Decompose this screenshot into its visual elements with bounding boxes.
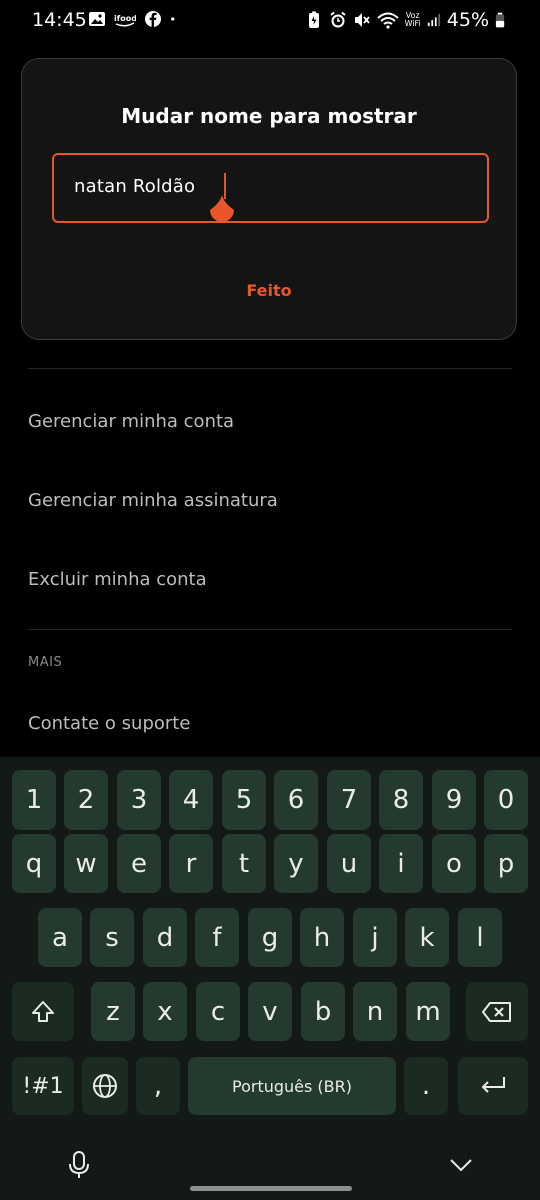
key-y[interactable]: y [274, 834, 318, 893]
key-t[interactable]: t [222, 834, 266, 893]
status-time: 14:45 [32, 9, 87, 31]
rename-dialog: Mudar nome para mostrar natan Roldão Fei… [21, 58, 517, 340]
battery-percent: 45% [446, 9, 489, 31]
comma-key[interactable]: , [136, 1057, 180, 1115]
manage-account-item[interactable]: Gerenciar minha conta [28, 411, 234, 432]
key-v[interactable]: v [248, 982, 292, 1041]
key-p[interactable]: p [484, 834, 528, 893]
key-m[interactable]: m [406, 982, 450, 1041]
ifood-icon: ifood [114, 14, 136, 27]
wifi-label: WiFi [404, 19, 421, 28]
done-button[interactable]: Feito [22, 281, 516, 300]
facebook-icon [145, 11, 161, 27]
voz-wifi-indicator: Voz WiFi [405, 12, 421, 28]
space-key[interactable]: Português (BR) [188, 1057, 396, 1115]
key-b[interactable]: b [301, 982, 345, 1041]
svg-text:ifood: ifood [114, 14, 136, 23]
key-x[interactable]: x [143, 982, 187, 1041]
status-bar: 14:45 ifood Voz WiFi 45% [0, 0, 540, 40]
shift-icon [32, 1000, 54, 1022]
backspace-key[interactable] [466, 982, 528, 1041]
key-8[interactable]: 8 [379, 770, 423, 830]
key-g[interactable]: g [248, 908, 292, 967]
manage-subscription-item[interactable]: Gerenciar minha assinatura [28, 490, 278, 511]
key-2[interactable]: 2 [64, 770, 108, 830]
symbols-key[interactable]: !#1 [12, 1057, 74, 1115]
key-i[interactable]: i [379, 834, 423, 893]
key-o[interactable]: o [432, 834, 476, 893]
enter-icon [481, 1077, 505, 1093]
shift-key[interactable] [12, 982, 74, 1041]
caret-handle-icon[interactable] [206, 193, 238, 225]
language-key[interactable] [82, 1057, 128, 1115]
key-c[interactable]: c [196, 982, 240, 1041]
key-q[interactable]: q [12, 834, 56, 893]
divider [28, 368, 512, 369]
dialog-title: Mudar nome para mostrar [121, 104, 417, 128]
key-k[interactable]: k [405, 908, 449, 967]
key-4[interactable]: 4 [169, 770, 213, 830]
backspace-icon [482, 1001, 511, 1022]
alarm-icon [329, 11, 346, 28]
period-key[interactable]: . [404, 1057, 448, 1115]
display-name-input[interactable]: natan Roldão [52, 153, 489, 223]
navigation-handle[interactable] [190, 1186, 352, 1191]
battery-icon [495, 12, 505, 28]
key-z[interactable]: z [91, 982, 135, 1041]
contact-support-item[interactable]: Contate o suporte [28, 713, 190, 734]
key-0[interactable]: 0 [484, 770, 528, 830]
key-7[interactable]: 7 [327, 770, 371, 830]
key-s[interactable]: s [90, 908, 134, 967]
divider [28, 629, 512, 630]
key-l[interactable]: l [458, 908, 502, 967]
dot-icon [171, 17, 175, 21]
key-a[interactable]: a [38, 908, 82, 967]
microphone-icon[interactable] [66, 1150, 92, 1180]
keyboard: 1 2 3 4 5 6 7 8 9 0 q w e r t y u i o p … [0, 757, 540, 1200]
key-r[interactable]: r [169, 834, 213, 893]
chevron-down-icon[interactable] [448, 1156, 474, 1174]
key-6[interactable]: 6 [274, 770, 318, 830]
enter-key[interactable] [458, 1057, 528, 1115]
delete-account-item[interactable]: Excluir minha conta [28, 569, 207, 590]
key-e[interactable]: e [117, 834, 161, 893]
key-5[interactable]: 5 [222, 770, 266, 830]
wifi-icon [376, 12, 399, 29]
key-h[interactable]: h [300, 908, 344, 967]
display-name-value: natan Roldão [74, 176, 196, 197]
key-d[interactable]: d [143, 908, 187, 967]
key-f[interactable]: f [195, 908, 239, 967]
gallery-icon [89, 12, 105, 26]
signal-icon [427, 13, 440, 27]
section-label-more: MAIS [28, 655, 63, 670]
mute-icon [354, 13, 370, 27]
globe-icon [93, 1074, 117, 1098]
key-3[interactable]: 3 [117, 770, 161, 830]
key-u[interactable]: u [327, 834, 371, 893]
battery-saver-icon [308, 11, 319, 28]
key-n[interactable]: n [353, 982, 397, 1041]
key-1[interactable]: 1 [12, 770, 56, 830]
key-w[interactable]: w [64, 834, 108, 893]
key-j[interactable]: j [353, 908, 397, 967]
key-9[interactable]: 9 [432, 770, 476, 830]
